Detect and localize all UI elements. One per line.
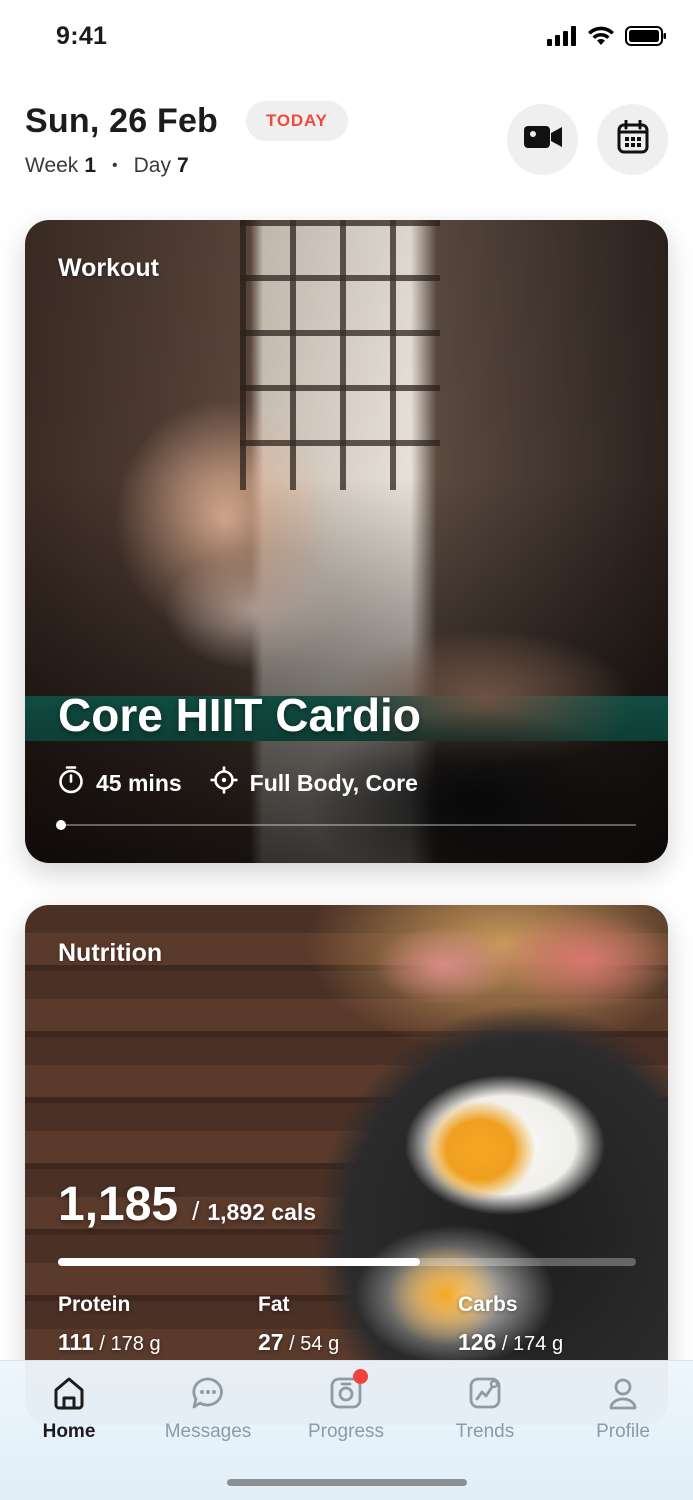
- status-icons: [547, 26, 667, 51]
- wifi-icon: [587, 26, 615, 51]
- workout-progress-track: [56, 820, 636, 830]
- messages-icon: [188, 1373, 228, 1413]
- macro-carbs: Carbs 126 / 174 g: [458, 1293, 658, 1356]
- tab-label: Home: [42, 1421, 96, 1442]
- tab-label: Messages: [164, 1421, 252, 1442]
- workout-meta: 45 mins Full Body, Core: [58, 766, 446, 800]
- tab-label: Profile: [596, 1421, 650, 1442]
- profile-icon: [603, 1373, 643, 1413]
- calendar-icon: [617, 119, 649, 159]
- workout-photo-window: [240, 220, 440, 490]
- video-call-button[interactable]: [507, 104, 578, 175]
- week-day-indicator: Week 1 • Day 7: [25, 154, 189, 178]
- battery-icon: [625, 26, 667, 51]
- date-title: Sun, 26 Feb: [25, 102, 219, 140]
- macro-amount: 126: [458, 1329, 497, 1355]
- trends-icon: [465, 1373, 505, 1413]
- macro-protein: Protein 111 / 178 g: [58, 1293, 258, 1356]
- workout-duration-text: 45 mins: [96, 769, 182, 796]
- target-icon: [210, 766, 238, 800]
- status-time: 9:41: [56, 22, 108, 50]
- tab-profile[interactable]: Profile: [554, 1361, 692, 1456]
- day-label: Day: [133, 154, 171, 177]
- stopwatch-icon: [58, 766, 84, 800]
- nutrition-card[interactable]: Nutrition 1,185 / 1,892 cals Protein 111…: [25, 905, 668, 1425]
- cellular-signal-icon: [547, 26, 577, 51]
- notification-badge: [353, 1369, 368, 1384]
- macro-label: Carbs: [458, 1293, 518, 1316]
- macro-value: 126 / 174 g: [458, 1329, 564, 1355]
- day-number: 7: [176, 154, 189, 177]
- nutrition-section-label: Nutrition: [58, 939, 163, 967]
- macro-label: Protein: [58, 1293, 131, 1316]
- workout-focus-text: Full Body, Core: [249, 769, 418, 796]
- workout-duration: 45 mins: [58, 766, 182, 800]
- tab-label: Trends: [455, 1421, 515, 1442]
- calories-progress-fill: [58, 1258, 420, 1266]
- macro-value: 27 / 54 g: [258, 1329, 340, 1355]
- macro-fat: Fat 27 / 54 g: [258, 1293, 458, 1356]
- header: Sun, 26 Feb TODAY Week 1 • Day 7: [25, 96, 668, 196]
- calories-consumed: 1,185: [58, 1178, 179, 1231]
- macro-value: 111 / 178 g: [58, 1329, 161, 1355]
- home-icon: [49, 1373, 89, 1413]
- video-camera-icon: [523, 124, 563, 155]
- workout-title: Core HIIT Cardio: [58, 689, 421, 741]
- tab-label: Progress: [307, 1421, 385, 1442]
- week-number: 1: [84, 154, 96, 177]
- macro-amount: 111: [58, 1329, 94, 1355]
- workout-progress-indicator: [56, 820, 66, 830]
- macro-label: Fat: [258, 1293, 290, 1316]
- tab-home[interactable]: Home: [0, 1361, 138, 1456]
- calories-progress-bar: [58, 1258, 636, 1266]
- tab-trends[interactable]: Trends: [416, 1361, 554, 1456]
- macro-amount: 27: [258, 1329, 284, 1355]
- tab-progress[interactable]: Progress: [277, 1361, 415, 1456]
- calories-total: 1,892 cals: [207, 1199, 317, 1225]
- macro-target: 174 g: [513, 1333, 564, 1355]
- macros-row: Protein 111 / 178 g Fat 27 / 54 g Carbs …: [58, 1293, 658, 1356]
- today-badge[interactable]: TODAY: [246, 101, 348, 141]
- macro-target: 178 g: [110, 1333, 161, 1355]
- macro-target: 54 g: [300, 1333, 340, 1355]
- status-bar: 9:41: [0, 0, 693, 76]
- progress-icon: [326, 1369, 368, 1413]
- workout-focus: Full Body, Core: [210, 766, 418, 800]
- workout-card[interactable]: Workout Core HIIT Cardio 45 mins Full Bo…: [25, 220, 668, 863]
- separator-dot: •: [112, 157, 118, 174]
- tab-messages[interactable]: Messages: [139, 1361, 277, 1456]
- week-label: Week: [25, 154, 79, 177]
- calories-separator: /: [192, 1196, 200, 1226]
- calories-summary: 1,185 / 1,892 cals: [58, 1177, 316, 1232]
- calendar-button[interactable]: [597, 104, 668, 175]
- workout-section-label: Workout: [58, 254, 159, 282]
- home-indicator: [227, 1479, 467, 1486]
